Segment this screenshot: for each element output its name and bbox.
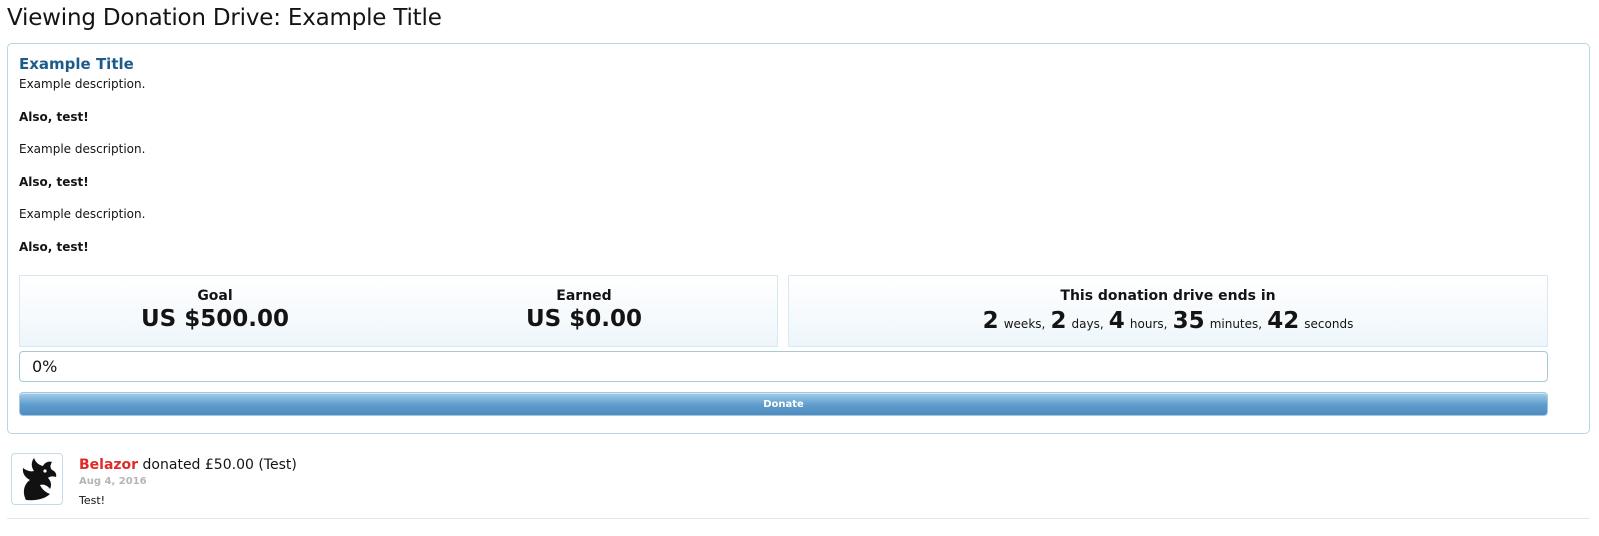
countdown-minutes-unit: minutes, bbox=[1209, 317, 1263, 331]
drive-title[interactable]: Example Title bbox=[19, 55, 134, 73]
countdown-panel: This donation drive ends in 2 weeks, 2 d… bbox=[788, 275, 1548, 347]
countdown-seconds: 42 bbox=[1267, 308, 1300, 334]
donation-message: Test! bbox=[79, 494, 106, 507]
goal-value: US $500.00 bbox=[140, 306, 289, 332]
countdown-weeks-unit: weeks, bbox=[1003, 317, 1046, 331]
countdown-hours: 4 bbox=[1108, 308, 1125, 334]
earned-value: US $0.00 bbox=[526, 306, 642, 332]
countdown-seconds-unit: seconds bbox=[1304, 317, 1354, 331]
countdown-label: This donation drive ends in bbox=[1060, 288, 1276, 304]
page-title: Viewing Donation Drive: Example Title bbox=[7, 5, 442, 31]
donation-drive-panel: Example Title Example description. Also,… bbox=[7, 43, 1590, 434]
countdown-hours-unit: hours, bbox=[1129, 317, 1168, 331]
description-line: Also, test! bbox=[19, 175, 89, 189]
countdown-minutes: 35 bbox=[1172, 308, 1205, 334]
donation-summary: Belazor donated £50.00 (Test) bbox=[79, 457, 297, 473]
goal-label: Goal bbox=[197, 288, 233, 304]
donation-text: donated £50.00 (Test) bbox=[142, 457, 297, 473]
list-item: Belazor donated £50.00 (Test) Aug 4, 201… bbox=[7, 446, 1590, 518]
description-line: Example description. bbox=[19, 207, 146, 221]
progress-label: 0% bbox=[32, 357, 58, 376]
countdown-weeks: 2 bbox=[982, 308, 999, 334]
donate-button[interactable]: Donate bbox=[19, 392, 1548, 416]
description-line: Also, test! bbox=[19, 110, 89, 124]
description-line: Example description. bbox=[19, 142, 146, 156]
description-line: Also, test! bbox=[19, 240, 89, 254]
donation-date[interactable]: Aug 4, 2016 bbox=[79, 476, 147, 487]
description-line: Example description. bbox=[19, 77, 146, 91]
goal-earned-panel: Goal US $500.00 Earned US $0.00 bbox=[19, 275, 778, 347]
dragon-avatar-icon[interactable] bbox=[11, 453, 63, 505]
earned-label: Earned bbox=[556, 288, 612, 304]
countdown-days-unit: days, bbox=[1071, 317, 1104, 331]
goal-stat: Goal US $500.00 bbox=[20, 288, 410, 332]
donor-name-link[interactable]: Belazor bbox=[79, 457, 138, 473]
countdown-days: 2 bbox=[1050, 308, 1067, 334]
progress-bar: 0% bbox=[19, 351, 1548, 382]
countdown-timer: 2 weeks, 2 days, 4 hours, 35 minutes, 42… bbox=[789, 308, 1547, 334]
earned-stat: Earned US $0.00 bbox=[400, 288, 768, 332]
donation-list: Belazor donated £50.00 (Test) Aug 4, 201… bbox=[7, 446, 1590, 519]
